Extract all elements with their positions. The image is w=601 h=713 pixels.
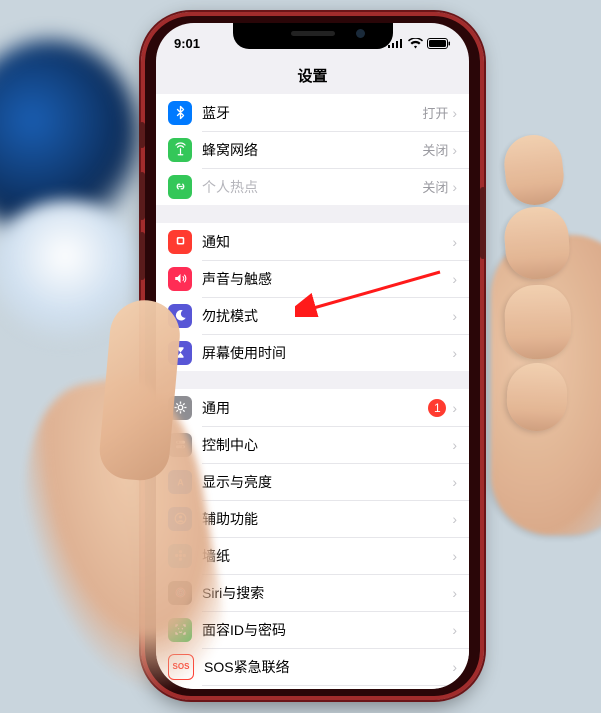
- chevron-right-icon: ›: [452, 105, 457, 121]
- chevron-right-icon: ›: [452, 659, 457, 675]
- front-camera: [356, 29, 365, 38]
- row-label: 通用: [202, 398, 428, 418]
- switches-icon: [168, 433, 192, 457]
- settings-row-bluetooth[interactable]: 蓝牙打开›: [156, 94, 469, 131]
- settings-row-sos[interactable]: SOS SOS紧急联络›: [156, 648, 469, 685]
- settings-row-control-center[interactable]: 控制中心›: [156, 426, 469, 463]
- gear-icon: [168, 396, 192, 420]
- settings-row-hotspot[interactable]: 个人热点关闭›: [156, 168, 469, 205]
- settings-group: 蓝牙打开›蜂窝网络关闭›个人热点关闭›: [156, 94, 469, 205]
- chevron-right-icon: ›: [452, 548, 457, 564]
- chevron-right-icon: ›: [452, 142, 457, 158]
- phone-frame: 9:01 设置 蓝牙打开›蜂窝网络关闭›个人热点关闭›通知›声音与触感›勿扰模式…: [145, 12, 480, 700]
- svg-text:A: A: [177, 477, 184, 487]
- background-decor: [0, 200, 140, 340]
- person-icon: [168, 507, 192, 531]
- row-label: 蜂窝网络: [202, 140, 422, 160]
- sos-icon: SOS: [168, 654, 194, 680]
- row-label: 蓝牙: [202, 103, 422, 123]
- siri-icon: [168, 581, 192, 605]
- settings-row-battery[interactable]: 电池›: [156, 685, 469, 689]
- settings-row-faceid[interactable]: 面容ID与密码›: [156, 611, 469, 648]
- row-value: 打开: [422, 103, 448, 122]
- row-label: 通知: [202, 232, 452, 252]
- settings-row-display[interactable]: A 显示与亮度›: [156, 463, 469, 500]
- speaker-icon: [168, 267, 192, 291]
- chevron-right-icon: ›: [452, 622, 457, 638]
- page-title: 设置: [156, 63, 469, 94]
- chevron-right-icon: ›: [452, 585, 457, 601]
- settings-row-screentime[interactable]: 屏幕使用时间›: [156, 334, 469, 371]
- bluetooth-icon: [168, 101, 192, 125]
- flower-icon: [168, 544, 192, 568]
- faceid-icon: [168, 618, 192, 642]
- chevron-right-icon: ›: [452, 234, 457, 250]
- volume-up-button: [139, 172, 145, 220]
- speaker: [291, 31, 335, 36]
- moon-icon: [168, 304, 192, 328]
- row-label: 辅助功能: [202, 509, 452, 529]
- notification-badge: 1: [428, 399, 446, 417]
- battery-icon: [427, 38, 451, 49]
- settings-row-cellular[interactable]: 蜂窝网络关闭›: [156, 131, 469, 168]
- row-label: Siri与搜索: [202, 583, 452, 603]
- chevron-right-icon: ›: [452, 437, 457, 453]
- row-label: 显示与亮度: [202, 472, 452, 492]
- settings-row-general[interactable]: 通用1 ›: [156, 389, 469, 426]
- antenna-icon: [168, 138, 192, 162]
- row-label: 面容ID与密码: [202, 620, 452, 640]
- power-button: [480, 187, 486, 259]
- status-time: 9:01: [174, 36, 200, 51]
- row-value: 关闭: [422, 140, 448, 159]
- bell-icon: [168, 230, 192, 254]
- row-label: 控制中心: [202, 435, 452, 455]
- aa-icon: A: [168, 470, 192, 494]
- settings-row-dnd[interactable]: 勿扰模式›: [156, 297, 469, 334]
- settings-row-siri[interactable]: Siri与搜索›: [156, 574, 469, 611]
- settings-group: 通用1›控制中心›A显示与亮度›辅助功能›墙纸›Siri与搜索›面容ID与密码›…: [156, 389, 469, 689]
- row-value: 关闭: [422, 177, 448, 196]
- row-label: SOS紧急联络: [204, 657, 452, 677]
- settings-row-notifications[interactable]: 通知›: [156, 223, 469, 260]
- row-label: 墙纸: [202, 546, 452, 566]
- phone-screen: 9:01 设置 蓝牙打开›蜂窝网络关闭›个人热点关闭›通知›声音与触感›勿扰模式…: [156, 23, 469, 689]
- mute-switch: [139, 122, 145, 148]
- link-icon: [168, 175, 192, 199]
- settings-row-accessibility[interactable]: 辅助功能›: [156, 500, 469, 537]
- row-label: 声音与触感: [202, 269, 452, 289]
- volume-down-button: [139, 232, 145, 280]
- chevron-right-icon: ›: [452, 179, 457, 195]
- chevron-right-icon: ›: [452, 345, 457, 361]
- notch: [233, 23, 393, 49]
- chevron-right-icon: ›: [452, 511, 457, 527]
- settings-row-wallpaper[interactable]: 墙纸›: [156, 537, 469, 574]
- settings-row-sounds[interactable]: 声音与触感›: [156, 260, 469, 297]
- row-label: 屏幕使用时间: [202, 343, 452, 363]
- wifi-icon: [408, 38, 423, 49]
- row-label: 个人热点: [202, 177, 422, 197]
- row-label: 勿扰模式: [202, 306, 452, 326]
- chevron-right-icon: ›: [452, 400, 457, 416]
- chevron-right-icon: ›: [452, 474, 457, 490]
- chevron-right-icon: ›: [452, 271, 457, 287]
- chevron-right-icon: ›: [452, 308, 457, 324]
- settings-group: 通知›声音与触感›勿扰模式›屏幕使用时间›: [156, 223, 469, 371]
- hourglass-icon: [168, 341, 192, 365]
